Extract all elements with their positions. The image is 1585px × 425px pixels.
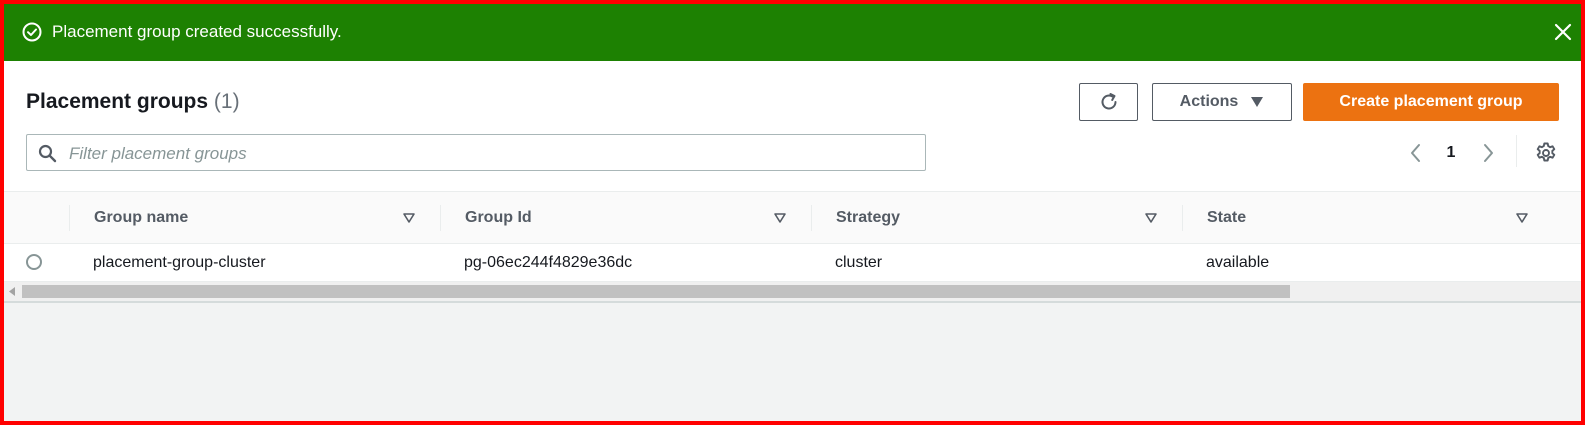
- column-separator: [69, 205, 70, 231]
- close-icon[interactable]: [1551, 20, 1575, 44]
- placement-groups-panel: Placement groups (1) Actions Create plac…: [4, 61, 1581, 301]
- cell-strategy: cluster: [835, 254, 883, 271]
- chevron-left-icon[interactable]: [1405, 141, 1427, 165]
- column-label: State: [1207, 209, 1247, 226]
- cell-group-name: placement-group-cluster: [93, 254, 266, 271]
- page-title: Placement groups (1): [26, 89, 240, 115]
- filter-input[interactable]: [67, 135, 911, 172]
- pagination-divider: [1516, 135, 1517, 167]
- scroll-left-arrow-icon[interactable]: [8, 287, 16, 296]
- table-header: Group name Group Id Strategy State: [4, 191, 1581, 244]
- cell-state: available: [1206, 254, 1270, 271]
- page-title-text: Placement groups: [26, 90, 209, 113]
- caret-down-icon: [1251, 97, 1264, 107]
- row-select-radio[interactable]: [26, 254, 42, 270]
- column-separator: [1182, 205, 1183, 231]
- horizontal-scrollbar[interactable]: [4, 282, 1581, 301]
- column-label: Group Id: [465, 209, 532, 226]
- search-icon: [38, 144, 57, 163]
- sort-caret-icon[interactable]: [1144, 211, 1158, 225]
- column-header-state[interactable]: State: [1182, 192, 1553, 245]
- column-header-group-name[interactable]: Group name: [69, 192, 440, 245]
- current-page[interactable]: 1: [1440, 141, 1462, 165]
- refresh-button[interactable]: [1079, 83, 1138, 121]
- scrollbar-thumb[interactable]: [22, 285, 1290, 298]
- column-label: Strategy: [836, 209, 901, 226]
- create-placement-group-button[interactable]: Create placement group: [1303, 83, 1559, 121]
- column-label: Group name: [94, 209, 189, 226]
- cell-group-id: pg-06ec244f4829e36dc: [464, 254, 633, 271]
- sort-caret-icon[interactable]: [773, 211, 787, 225]
- column-separator: [440, 205, 441, 231]
- filter-box: [26, 134, 926, 172]
- item-count: (1): [213, 90, 240, 113]
- table-row[interactable]: placement-group-cluster pg-06ec244f4829e…: [4, 244, 1581, 282]
- screen-frame: Placement group created successfully. Pl…: [0, 0, 1585, 425]
- panel-bottom-border: [4, 301, 1581, 303]
- chevron-right-icon[interactable]: [1477, 141, 1499, 165]
- actions-dropdown-button[interactable]: Actions: [1152, 83, 1292, 121]
- sort-caret-icon[interactable]: [1515, 211, 1529, 225]
- actions-label: Actions: [1179, 93, 1239, 110]
- column-separator: [811, 205, 812, 231]
- success-banner: Placement group created successfully.: [4, 4, 1581, 61]
- sort-caret-icon[interactable]: [402, 211, 416, 225]
- column-header-strategy[interactable]: Strategy: [811, 192, 1182, 245]
- gear-icon[interactable]: [1534, 141, 1558, 165]
- banner-message: Placement group created successfully.: [52, 22, 342, 41]
- check-circle-icon: [22, 22, 42, 42]
- refresh-icon: [1101, 93, 1116, 110]
- column-header-group-id[interactable]: Group Id: [440, 192, 811, 245]
